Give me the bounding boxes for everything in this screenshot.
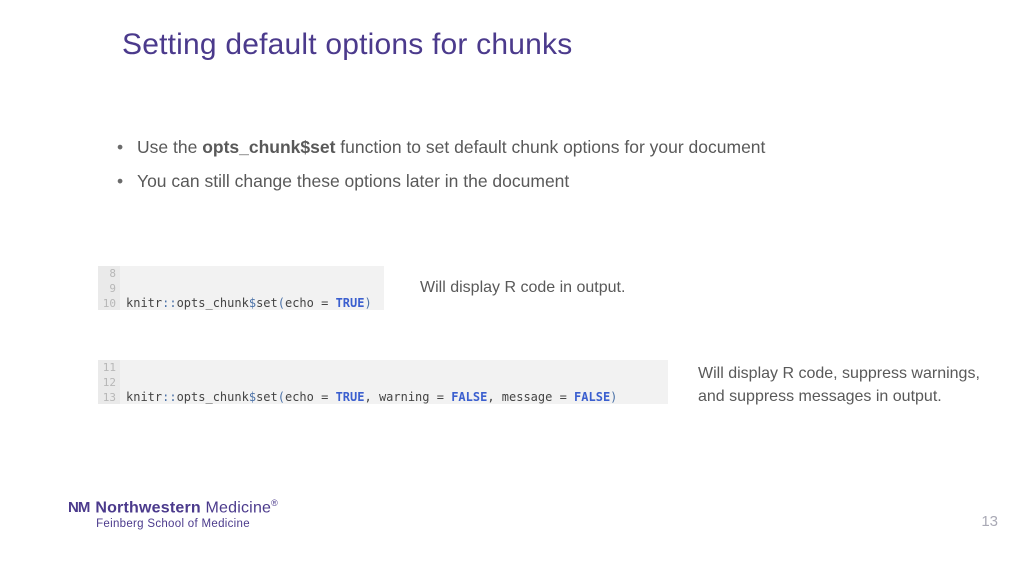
brand-sub: Feinberg School of Medicine xyxy=(68,518,278,530)
slide: Setting default options for chunks Use t… xyxy=(0,0,1024,576)
tok-namespace: knitr xyxy=(126,390,162,404)
code-block-2: 11 12 13 knitr::opts_chunk$set(echo = TR… xyxy=(98,360,668,404)
code-line xyxy=(126,375,133,389)
code-content: knitr::opts_chunk$set(echo = TRUE) xyxy=(98,266,384,326)
bullet-text-bold: opts_chunk$set xyxy=(202,137,335,157)
code-gutter: 8 9 10 xyxy=(98,266,120,310)
line-number: 10 xyxy=(98,296,116,311)
tok-bool: FALSE xyxy=(574,390,610,404)
footer-brand: NM Northwestern Medicine® Feinberg Schoo… xyxy=(68,498,278,530)
tok-operator: $ xyxy=(249,390,256,404)
tok-eq: = xyxy=(430,390,452,404)
tok-eq: = xyxy=(552,390,574,404)
tok-arg: message xyxy=(502,390,553,404)
code-line xyxy=(126,405,133,419)
tok-arg: echo xyxy=(285,390,314,404)
line-number: 9 xyxy=(98,281,116,296)
code-line: knitr::opts_chunk$set(echo = TRUE, warni… xyxy=(126,390,617,404)
bullet-text-pre: You can still change these options later… xyxy=(137,171,569,191)
code-line xyxy=(126,281,133,295)
brand-main-light: Medicine xyxy=(201,499,271,516)
code-content: knitr::opts_chunk$set(echo = TRUE, warni… xyxy=(98,360,668,420)
tok-paren: ) xyxy=(364,296,371,310)
code-line: knitr::opts_chunk$set(echo = TRUE) xyxy=(126,296,372,310)
page-number: 13 xyxy=(981,513,998,530)
bullet-text-post: function to set default chunk options fo… xyxy=(335,137,765,157)
brand-main-bold: Northwestern xyxy=(95,499,201,516)
tok-sep: , xyxy=(487,390,501,404)
line-number: 12 xyxy=(98,375,116,390)
tok-bool: FALSE xyxy=(451,390,487,404)
line-number: 11 xyxy=(98,360,116,375)
code-line xyxy=(126,311,133,325)
line-number: 13 xyxy=(98,390,116,405)
bullet-item: You can still change these options later… xyxy=(115,168,905,194)
bullet-item: Use the opts_chunk$set function to set d… xyxy=(115,134,905,160)
tok-operator: :: xyxy=(162,390,176,404)
annotation-1: Will display R code in output. xyxy=(420,276,625,299)
annotation-2: Will display R code, suppress warnings, … xyxy=(698,362,998,408)
tok-arg: warning xyxy=(379,390,430,404)
code-gutter: 11 12 13 xyxy=(98,360,120,404)
brand-registered-icon: ® xyxy=(271,498,278,508)
brand-top-row: NM Northwestern Medicine® xyxy=(68,498,278,517)
tok-object: opts_chunk xyxy=(177,296,249,310)
brand-main: Northwestern Medicine® xyxy=(95,498,278,517)
bullet-list: Use the opts_chunk$set function to set d… xyxy=(115,134,905,202)
tok-function: set xyxy=(256,390,278,404)
tok-bool: TRUE xyxy=(336,296,365,310)
tok-operator: :: xyxy=(162,296,176,310)
tok-namespace: knitr xyxy=(126,296,162,310)
tok-paren: ( xyxy=(278,390,285,404)
tok-paren: ( xyxy=(278,296,285,310)
tok-sep: , xyxy=(364,390,378,404)
tok-paren: ) xyxy=(610,390,617,404)
bullet-text-pre: Use the xyxy=(137,137,202,157)
brand-logo-icon: NM xyxy=(68,499,89,516)
tok-function: set xyxy=(256,296,278,310)
line-number: 8 xyxy=(98,266,116,281)
page-title: Setting default options for chunks xyxy=(122,28,572,62)
tok-object: opts_chunk xyxy=(177,390,249,404)
tok-eq: = xyxy=(314,390,336,404)
tok-eq: = xyxy=(314,296,336,310)
tok-bool: TRUE xyxy=(336,390,365,404)
tok-arg: echo xyxy=(285,296,314,310)
tok-operator: $ xyxy=(249,296,256,310)
code-block-1: 8 9 10 knitr::opts_chunk$set(echo = TRUE… xyxy=(98,266,384,310)
